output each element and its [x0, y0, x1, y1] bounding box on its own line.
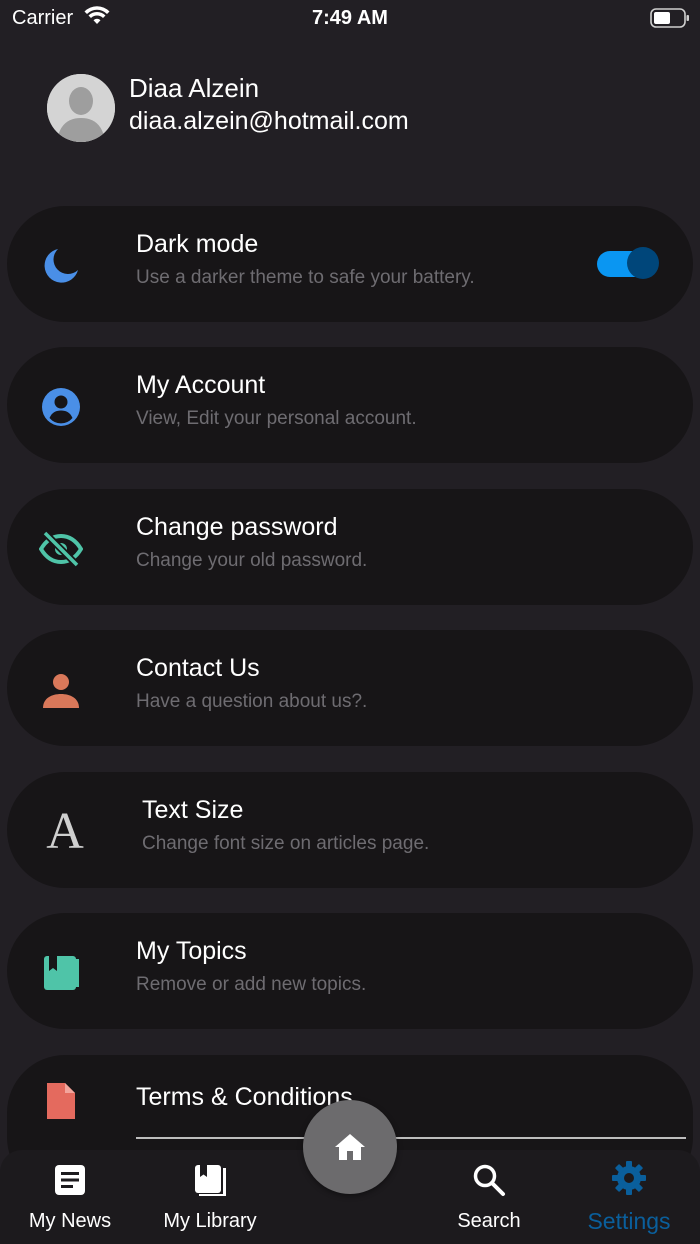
- setting-my-account[interactable]: My Account View, Edit your personal acco…: [7, 347, 693, 463]
- library-icon: [192, 1162, 228, 1198]
- gear-icon: [611, 1160, 647, 1196]
- setting-title: Text Size: [142, 796, 244, 824]
- nav-my-library[interactable]: My Library: [140, 1150, 280, 1244]
- setting-dark-mode[interactable]: Dark mode Use a darker theme to safe you…: [7, 206, 693, 322]
- news-icon: [52, 1162, 88, 1198]
- moon-icon: [39, 244, 83, 288]
- setting-subtitle: View, Edit your personal account.: [136, 408, 417, 429]
- divider: [136, 1137, 686, 1139]
- profile-name: Diaa Alzein: [129, 73, 260, 103]
- avatar[interactable]: [47, 74, 115, 142]
- home-button[interactable]: [303, 1100, 397, 1194]
- setting-my-topics[interactable]: My Topics Remove or add new topics.: [7, 913, 693, 1029]
- setting-change-password[interactable]: Change password Change your old password…: [7, 489, 693, 605]
- account-circle-icon: [39, 385, 83, 429]
- setting-title: My Topics: [136, 937, 247, 965]
- setting-title: Terms & Conditions: [136, 1083, 353, 1111]
- nav-my-news[interactable]: My News: [0, 1150, 140, 1244]
- bookmark-book-icon: [39, 951, 83, 995]
- setting-subtitle: Change your old password.: [136, 550, 368, 571]
- setting-title: Contact Us: [136, 654, 260, 682]
- home-icon: [335, 1134, 365, 1160]
- setting-text-size[interactable]: A Text Size Change font size on articles…: [7, 772, 693, 888]
- document-icon: [39, 1079, 83, 1123]
- person-icon: [39, 668, 83, 712]
- setting-subtitle: Remove or add new topics.: [136, 974, 367, 995]
- nav-label: Settings: [587, 1208, 671, 1234]
- profile-email: diaa.alzein@hotmail.com: [129, 107, 409, 135]
- nav-label: My News: [28, 1210, 112, 1232]
- setting-title: Dark mode: [136, 230, 259, 258]
- nav-label: Search: [457, 1210, 521, 1232]
- nav-label: My Library: [163, 1210, 257, 1232]
- profile-header[interactable]: Diaa Alzein diaa.alzein@hotmail.com: [47, 73, 647, 143]
- toggle-knob: [627, 247, 659, 279]
- setting-title: My Account: [136, 371, 266, 399]
- nav-search[interactable]: Search: [419, 1150, 559, 1244]
- status-bar: Carrier 7:49 AM: [0, 0, 700, 36]
- setting-contact-us[interactable]: Contact Us Have a question about us?.: [7, 630, 693, 746]
- eye-off-icon: [39, 527, 83, 571]
- battery-icon: [650, 8, 690, 33]
- text-size-icon: A: [37, 803, 93, 860]
- setting-title: Change password: [136, 513, 338, 541]
- setting-subtitle: Change font size on articles page.: [142, 833, 430, 854]
- dark-mode-toggle[interactable]: [597, 247, 659, 279]
- avatar-placeholder-icon: [47, 74, 115, 142]
- nav-settings[interactable]: Settings: [559, 1150, 699, 1244]
- text-size-glyph: A: [46, 803, 84, 860]
- clock: 7:49 AM: [312, 7, 388, 29]
- setting-subtitle: Have a question about us?.: [136, 691, 368, 712]
- setting-subtitle: Use a darker theme to safe your battery.: [136, 267, 475, 288]
- search-icon: [471, 1162, 507, 1198]
